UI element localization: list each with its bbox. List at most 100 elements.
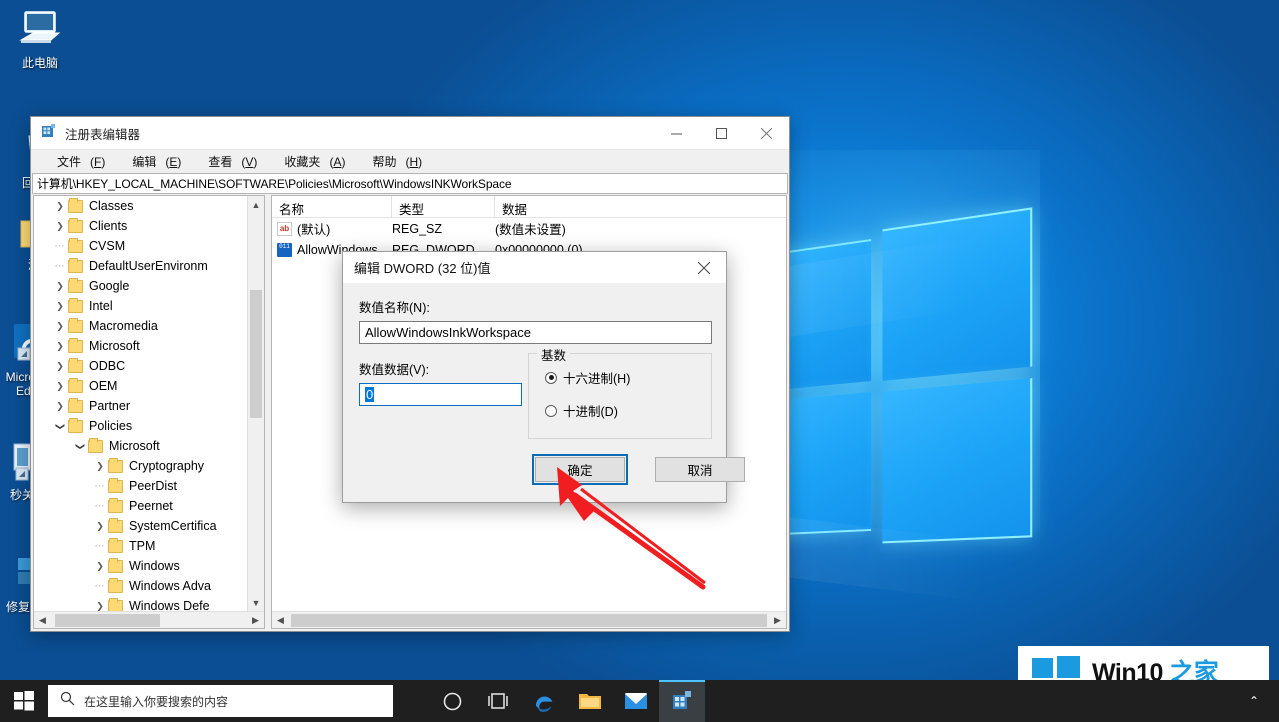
tree-node[interactable]: ❯Partner <box>34 396 247 416</box>
window-title-bar[interactable]: 注册表编辑器 <box>31 117 789 150</box>
chevron-right-icon[interactable]: ❯ <box>92 461 108 472</box>
mail-icon[interactable] <box>613 680 659 722</box>
tree-node[interactable]: ❯Microsoft <box>34 436 247 456</box>
cancel-button[interactable]: 取消 <box>655 457 745 482</box>
tree-horizontal-scrollbar[interactable]: ◀ ▶ <box>34 611 264 628</box>
chevron-right-icon[interactable]: ❯ <box>52 221 68 232</box>
folder-icon <box>108 540 123 553</box>
tree-connector: ⋯ <box>52 261 68 272</box>
tree-node[interactable]: ⋯PeerDist <box>34 476 247 496</box>
task-view-icon[interactable] <box>475 680 521 722</box>
menu-item-edit[interactable]: 编辑(E) <box>114 151 190 172</box>
radio-indicator <box>545 405 557 417</box>
close-button[interactable] <box>744 117 789 149</box>
scroll-right-icon[interactable]: ▶ <box>769 615 786 626</box>
radio-decimal[interactable]: 十进制(D) <box>545 401 711 420</box>
menu-item-favorites[interactable]: 收藏夹(A) <box>266 151 354 172</box>
scrollbar-thumb[interactable] <box>291 614 767 627</box>
edge-icon[interactable] <box>521 680 567 722</box>
tree-connector: ⋯ <box>92 541 108 552</box>
tree-node[interactable]: ⋯TPM <box>34 536 247 556</box>
tree-node[interactable]: ❯Microsoft <box>34 336 247 356</box>
chevron-right-icon[interactable]: ❯ <box>92 601 108 612</box>
column-header-type[interactable]: 类型 <box>392 196 495 217</box>
tree-vertical-scrollbar[interactable]: ▲ ▼ <box>247 196 264 611</box>
string-value-icon: ab <box>277 222 292 236</box>
tree-node[interactable]: ❯Cryptography <box>34 456 247 476</box>
table-row[interactable]: ab(默认)REG_SZ(数值未设置) <box>272 218 786 239</box>
tree-node[interactable]: ❯Policies <box>34 416 247 436</box>
folder-icon <box>108 600 123 612</box>
tree-node[interactable]: ❯SystemCertifica <box>34 516 247 536</box>
radio-hexadecimal[interactable]: 十六进制(H) <box>545 368 711 387</box>
chevron-right-icon[interactable]: ❯ <box>52 321 68 332</box>
tree-node[interactable]: ❯Clients <box>34 216 247 236</box>
desktop-icon-this-pc[interactable]: 此电脑 <box>2 8 78 70</box>
dialog-title-bar[interactable]: 编辑 DWORD (32 位)值 <box>343 252 726 283</box>
chevron-right-icon[interactable]: ❯ <box>52 281 68 292</box>
dword-value-icon: 011 <box>277 243 292 257</box>
chevron-down-icon[interactable]: ❯ <box>75 438 86 454</box>
tree-node[interactable]: ❯Windows Defe <box>34 596 247 611</box>
dialog-close-button[interactable] <box>682 253 726 283</box>
chevron-down-icon[interactable]: ❯ <box>55 418 66 434</box>
menu-item-help[interactable]: 帮助(H) <box>354 151 431 172</box>
chevron-right-icon[interactable]: ❯ <box>92 561 108 572</box>
scroll-right-icon[interactable]: ▶ <box>247 615 264 626</box>
chevron-right-icon[interactable]: ❯ <box>52 301 68 312</box>
scroll-up-icon[interactable]: ▲ <box>248 196 264 213</box>
menu-item-file[interactable]: 文件(F) <box>39 151 114 172</box>
address-bar[interactable]: 计算机\HKEY_LOCAL_MACHINE\SOFTWARE\Policies… <box>32 173 788 194</box>
file-explorer-icon[interactable] <box>567 680 613 722</box>
registry-tree: ❯Classes❯Clients⋯CVSM ⋯ DefaultUserEnviron… <box>34 196 247 611</box>
regedit-icon[interactable] <box>659 680 705 722</box>
folder-icon <box>68 220 83 233</box>
folder-icon <box>68 340 83 353</box>
this-pc-icon <box>2 8 78 53</box>
chevron-right-icon[interactable]: ❯ <box>52 341 68 352</box>
tree-node[interactable]: ❯OEM <box>34 376 247 396</box>
scrollbar-thumb[interactable] <box>55 614 160 627</box>
tree-node[interactable]: ❯ Google <box>34 276 247 296</box>
show-hidden-icons-chevron-icon[interactable]: ⌃ <box>1237 694 1271 708</box>
folder-icon <box>108 460 123 473</box>
menu-bar: 文件(F) 编辑(E) 查看(V) 收藏夹(A) 帮助(H) <box>31 150 789 173</box>
cell-type: REG_SZ <box>392 222 495 236</box>
tree-node[interactable]: ❯Classes <box>34 196 247 216</box>
cortana-icon[interactable] <box>429 680 475 722</box>
start-button[interactable] <box>0 680 48 722</box>
tree-node-label: Google <box>89 279 129 293</box>
chevron-right-icon[interactable]: ❯ <box>52 401 68 412</box>
tree-node-label: DefaultUserEnvironm <box>89 259 208 273</box>
value-name-text: AllowWindowsInkWorkspace <box>365 325 531 340</box>
menu-item-view[interactable]: 查看(V) <box>190 151 266 172</box>
base-radio-group: 基数 十六进制(H) 十进制(D) <box>528 353 712 439</box>
value-data-input[interactable]: 0 <box>359 383 522 406</box>
tree-node[interactable]: ⋯Peernet <box>34 496 247 516</box>
minimize-button[interactable] <box>654 117 699 149</box>
scroll-left-icon[interactable]: ◀ <box>272 615 289 626</box>
ok-button[interactable]: 确定 <box>535 457 625 482</box>
chevron-right-icon[interactable]: ❯ <box>92 521 108 532</box>
value-name-input[interactable]: AllowWindowsInkWorkspace <box>359 321 712 344</box>
tree-node[interactable]: ❯Intel <box>34 296 247 316</box>
list-horizontal-scrollbar[interactable]: ◀ ▶ <box>272 611 786 628</box>
base-group-label: 基数 <box>537 345 570 364</box>
tree-node[interactable]: ⋯Windows Adva <box>34 576 247 596</box>
scroll-down-icon[interactable]: ▼ <box>248 594 264 611</box>
tree-node[interactable]: ❯Macromedia <box>34 316 247 336</box>
column-header-name[interactable]: 名称 <box>272 196 392 217</box>
scrollbar-thumb[interactable] <box>250 290 262 418</box>
tree-node[interactable]: ❯Windows <box>34 556 247 576</box>
search-placeholder: 在这里输入你要搜索的内容 <box>84 693 228 710</box>
chevron-right-icon[interactable]: ❯ <box>52 361 68 372</box>
chevron-right-icon[interactable]: ❯ <box>52 381 68 392</box>
column-header-data[interactable]: 数据 <box>495 196 786 217</box>
search-input[interactable]: 在这里输入你要搜索的内容 <box>48 685 393 717</box>
chevron-right-icon[interactable]: ❯ <box>52 201 68 212</box>
scroll-left-icon[interactable]: ◀ <box>34 615 51 626</box>
tree-node[interactable]: ⋯ DefaultUserEnvironm <box>34 256 247 276</box>
maximize-button[interactable] <box>699 117 744 149</box>
tree-node[interactable]: ⋯CVSM <box>34 236 247 256</box>
tree-node[interactable]: ❯ODBC <box>34 356 247 376</box>
